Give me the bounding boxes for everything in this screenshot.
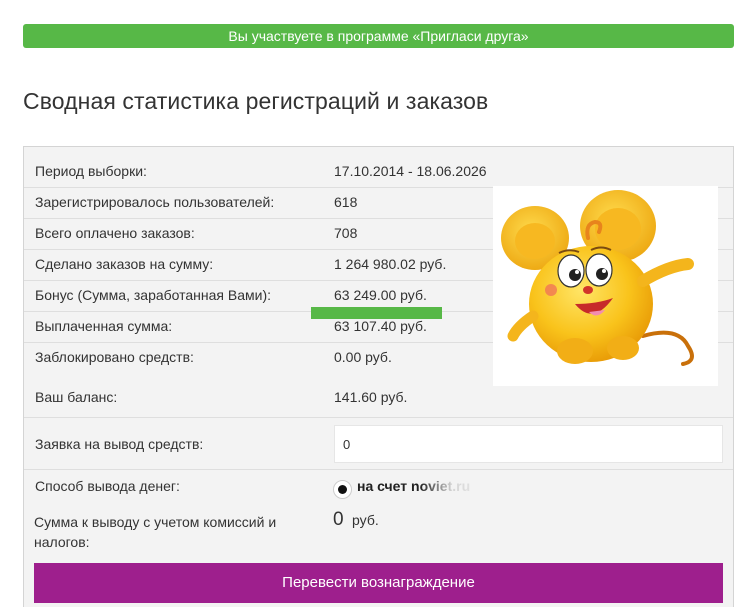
stats-value: 17.10.2014 - 18.06.2026 (334, 163, 487, 179)
highlight-bar (311, 307, 442, 319)
mascot-overlap-fade (420, 476, 500, 498)
banner-text: Вы участвуете в программе «Пригласи друг… (228, 28, 529, 44)
stats-label: Период выборки: (35, 163, 147, 179)
payout-sum-label: Сумма к выводу с учетом комиссий и налог… (34, 514, 277, 550)
stats-label: Ваш баланс: (35, 389, 118, 405)
payout-method-label: Способ вывода денег: (35, 478, 180, 494)
page-title: Сводная статистика регистраций и заказов (23, 88, 489, 114)
withdraw-label: Заявка на вывод средств: (35, 436, 204, 452)
payout-sum-currency: руб. (352, 512, 379, 528)
stats-label: Всего оплачено заказов: (35, 225, 195, 241)
stats-label: Сделано заказов на сумму: (35, 256, 214, 272)
payout-sum-amount: 0 (333, 509, 344, 530)
stats-value: 0.00 руб. (334, 349, 392, 365)
stats-value: 1 264 980.02 руб. (334, 256, 447, 272)
mouse-mascot-icon (493, 186, 718, 386)
transfer-reward-button[interactable]: Перевести вознаграждение (34, 563, 723, 603)
stats-label: Выплаченная сумма: (35, 318, 173, 334)
stats-value: 141.60 руб. (334, 389, 408, 405)
stats-row-period: Период выборки: 17.10.2014 - 18.06.2026 (24, 157, 733, 188)
stats-label: Заблокировано средств: (35, 349, 194, 365)
stats-label: Зарегистрировалось пользователей: (35, 194, 275, 210)
payout-sum-value: 0 руб. (333, 509, 379, 531)
payout-method-radio[interactable] (333, 480, 352, 499)
referral-program-banner: Вы участвуете в программе «Пригласи друг… (23, 24, 734, 48)
stats-value: 618 (334, 194, 358, 210)
stats-value: 63 107.40 руб. (334, 318, 427, 334)
stats-label: Бонус (Сумма, заработанная Вами): (35, 287, 272, 303)
stats-value: 708 (334, 225, 358, 241)
stats-value: 63 249.00 руб. (334, 287, 427, 303)
withdraw-amount-input[interactable] (334, 425, 723, 463)
